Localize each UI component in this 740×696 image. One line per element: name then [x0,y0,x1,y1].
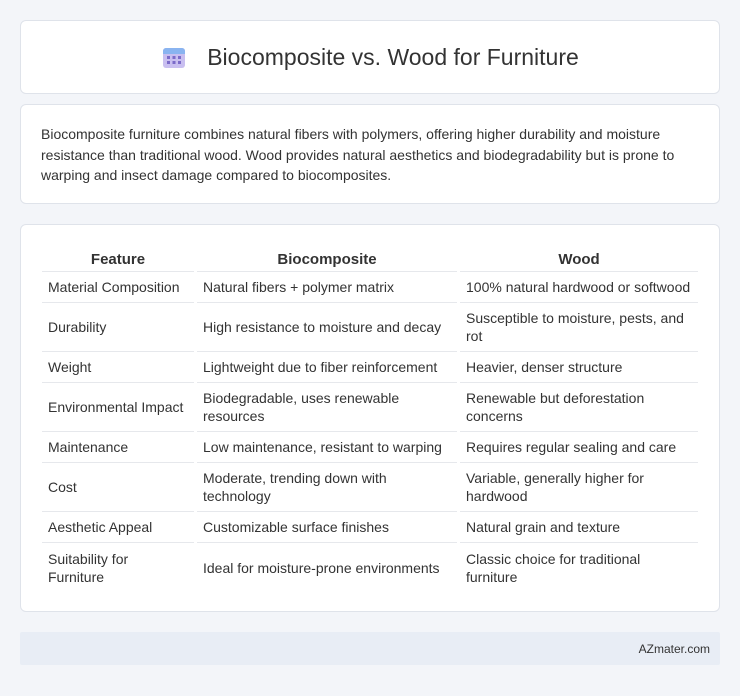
cell-biocomposite: Lightweight due to fiber reinforcement [197,352,457,383]
cell-wood: Renewable but deforestation concerns [460,383,698,432]
cell-feature: Material Composition [42,272,194,303]
cell-feature: Maintenance [42,432,194,463]
cell-feature: Cost [42,463,194,512]
table-row: Suitability for Furniture Ideal for mois… [42,543,698,592]
summary-text: Biocomposite furniture combines natural … [41,126,675,183]
table-row: Environmental Impact Biodegradable, uses… [42,383,698,432]
page-title: Biocomposite vs. Wood for Furniture [207,43,579,70]
cell-feature: Weight [42,352,194,383]
table-row: Maintenance Low maintenance, resistant t… [42,432,698,463]
table-header-row: Feature Biocomposite Wood [42,245,698,272]
cell-biocomposite: Customizable surface finishes [197,512,457,543]
footer: AZmater.com [20,632,720,665]
cell-feature: Suitability for Furniture [48,550,129,585]
cell-wood: Variable, generally higher for hardwood [460,463,698,512]
cell-biocomposite: Biodegradable, uses renewable resources [197,383,457,432]
cell-wood: Natural grain and texture [460,512,698,543]
cell-wood: Susceptible to moisture, pests, and rot [460,303,698,352]
table-row: Weight Lightweight due to fiber reinforc… [42,352,698,383]
calendar-icon [161,44,187,70]
header-wood: Wood [460,245,698,272]
footer-site-link[interactable]: AZmater.com [639,642,710,656]
table-row: Cost Moderate, trending down with techno… [42,463,698,512]
cell-wood: Classic choice for traditional furniture [466,550,641,585]
comparison-table-card: Feature Biocomposite Wood Material Compo… [20,224,720,612]
table-row: Aesthetic Appeal Customizable surface fi… [42,512,698,543]
cell-feature: Environmental Impact [42,383,194,432]
cell-wood: 100% natural hardwood or softwood [460,272,698,303]
cell-wood: Heavier, denser structure [460,352,698,383]
comparison-table: Feature Biocomposite Wood Material Compo… [39,245,701,592]
cell-biocomposite: High resistance to moisture and decay [197,303,457,352]
cell-biocomposite: Moderate, trending down with technology [197,463,457,512]
summary-card: Biocomposite furniture combines natural … [20,104,720,204]
table-row: Durability High resistance to moisture a… [42,303,698,352]
table-row: Material Composition Natural fibers + po… [42,272,698,303]
cell-biocomposite: Natural fibers + polymer matrix [197,272,457,303]
cell-feature: Durability [42,303,194,352]
title-card: Biocomposite vs. Wood for Furniture [20,20,720,94]
cell-wood: Requires regular sealing and care [460,432,698,463]
header-biocomposite: Biocomposite [197,245,457,272]
header-feature: Feature [42,245,194,272]
cell-biocomposite: Ideal for moisture-prone environments [203,559,440,576]
cell-biocomposite: Low maintenance, resistant to warping [197,432,457,463]
cell-feature: Aesthetic Appeal [42,512,194,543]
